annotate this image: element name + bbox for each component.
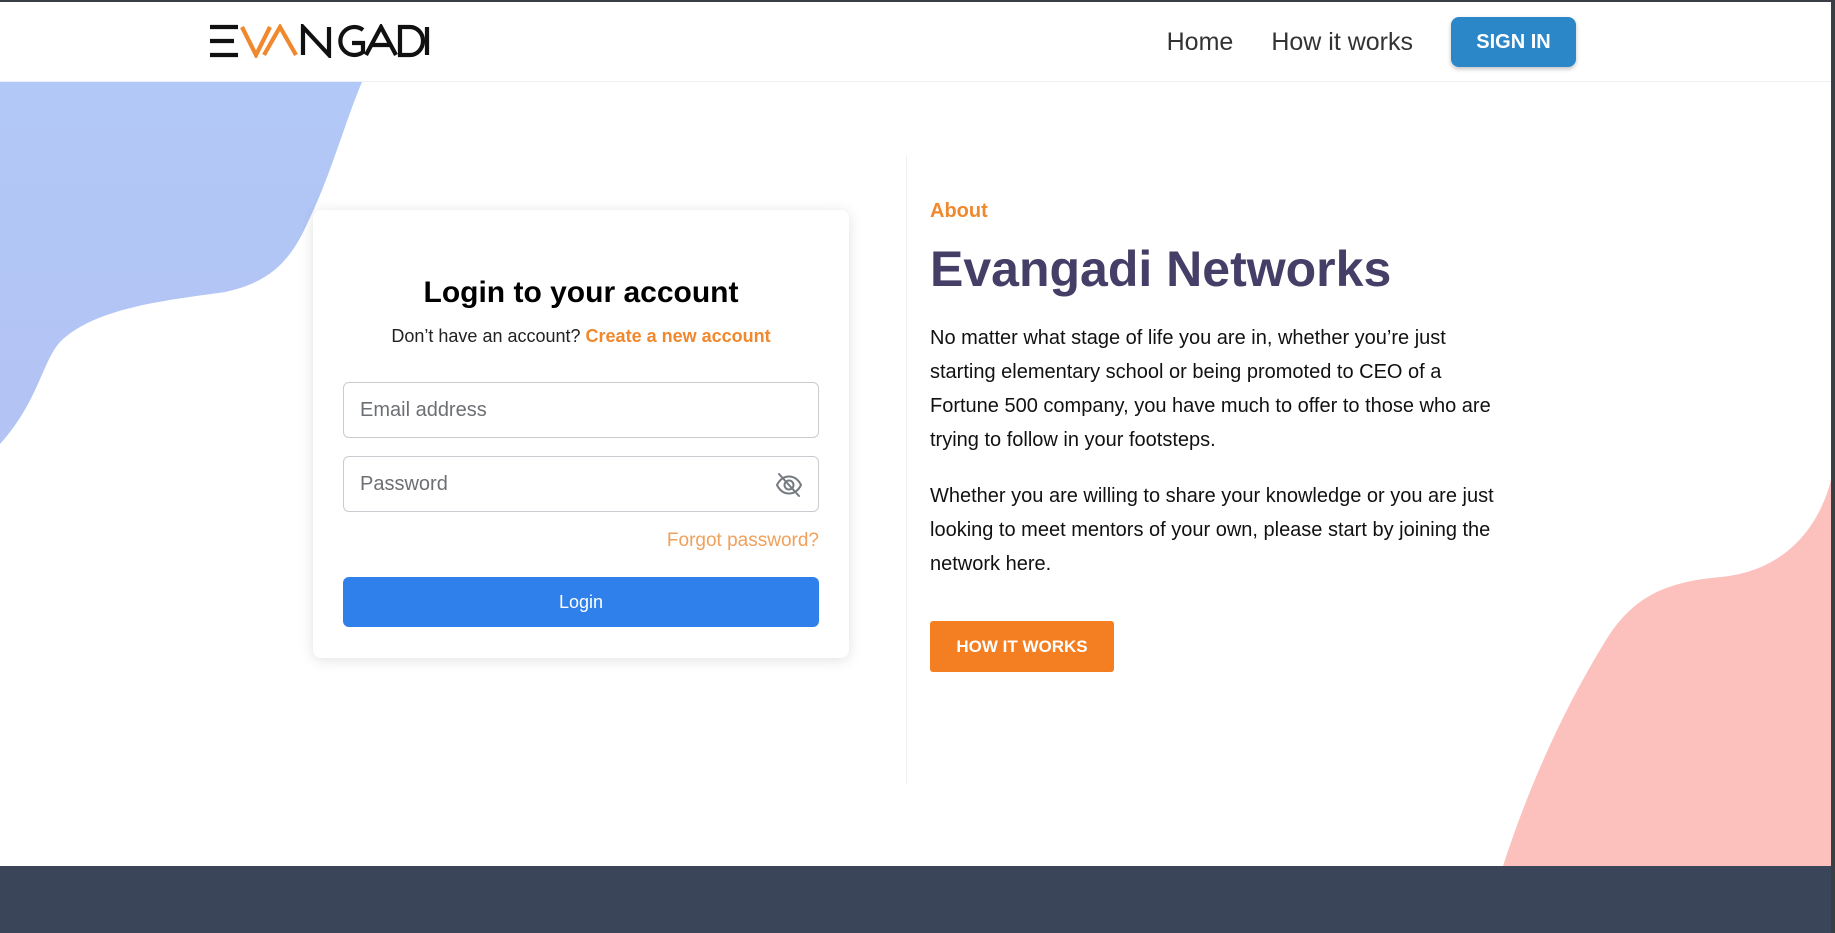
email-field	[343, 382, 819, 438]
signup-prompt-text: Don’t have an account?	[391, 326, 581, 346]
how-it-works-button[interactable]: HOW IT WORKS	[930, 621, 1114, 672]
sign-in-button[interactable]: SIGN IN	[1451, 17, 1576, 67]
about-paragraph: Whether you are willing to share your kn…	[930, 485, 1494, 575]
about-label: About	[930, 200, 988, 222]
top-navbar: Home How it works SIGN IN	[0, 2, 1831, 82]
password-field	[343, 456, 819, 512]
nav-links: Home How it works SIGN IN	[1167, 17, 1576, 67]
nav-how-it-works-link[interactable]: How it works	[1271, 28, 1413, 57]
about-paragraph: No matter what stage of life you are in,…	[930, 327, 1491, 451]
login-title: Login to your account	[423, 276, 739, 309]
signup-prompt: Don’t have an account? Create a new acco…	[313, 326, 849, 347]
evangadi-logo-mark	[210, 24, 430, 58]
email-input[interactable]	[344, 383, 818, 437]
evangadi-logo[interactable]	[208, 22, 430, 60]
about-section: About Evangadi Networks No matter what s…	[930, 200, 1510, 672]
login-card: Login to your account Don’t have an acco…	[313, 210, 849, 658]
password-input[interactable]	[344, 457, 818, 511]
forgot-password-link[interactable]: Forgot password?	[667, 530, 819, 552]
about-title: Evangadi Networks	[930, 241, 1392, 297]
window-right-border	[1831, 0, 1835, 933]
login-button[interactable]: Login	[343, 577, 819, 627]
nav-home-link[interactable]: Home	[1167, 28, 1234, 57]
page-footer	[0, 866, 1831, 933]
eye-slash-icon[interactable]	[774, 470, 804, 500]
create-account-link[interactable]: Create a new account	[586, 326, 771, 346]
column-divider	[906, 155, 907, 785]
